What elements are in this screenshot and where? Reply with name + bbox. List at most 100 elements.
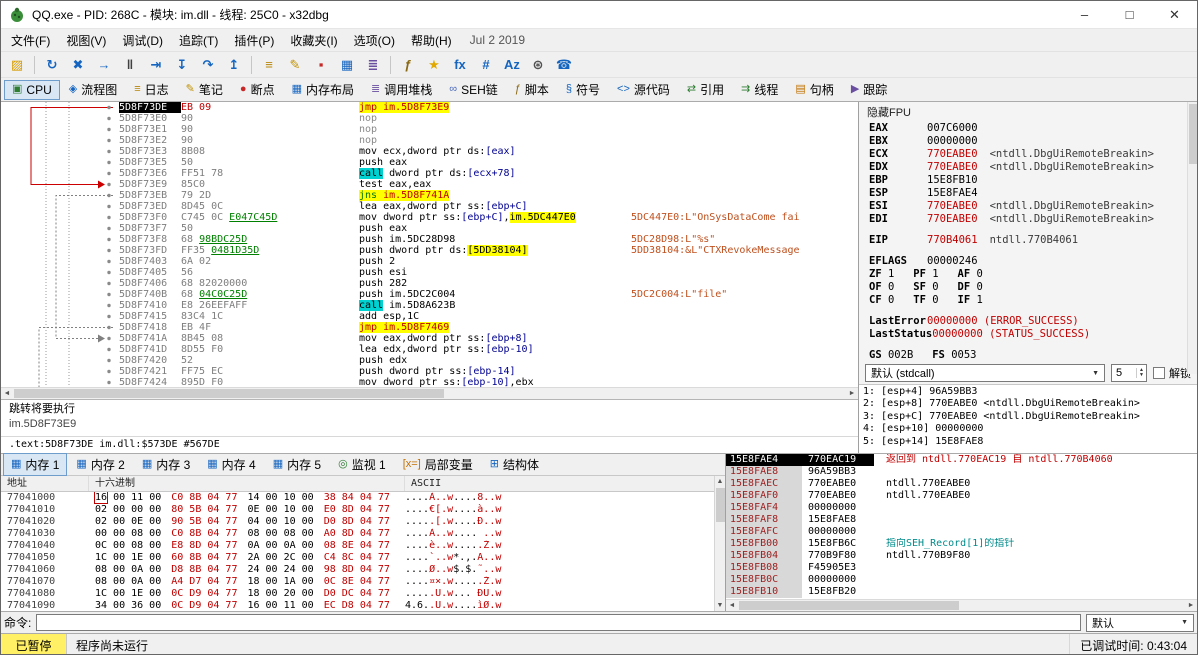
menu-view[interactable]: 视图(V) xyxy=(58,30,114,51)
stack-row[interactable]: 15E8FAF0770EABE0ntdll.770EABE0 xyxy=(726,490,1197,502)
disasm-row[interactable]: 5D8F73ED8D45 0Clea eax,dword ptr ss:[ebp… xyxy=(1,201,858,212)
disasm-row[interactable]: 5D8F73EB79 2Djns im.5D8F741A xyxy=(1,190,858,201)
tab-breakpoints[interactable]: ●断点 xyxy=(232,78,283,101)
register-row[interactable]: OF 0 SF 0 DF 0 xyxy=(869,281,1193,294)
toolbar-log-button[interactable]: ≡ xyxy=(257,54,281,76)
tab-watch-1[interactable]: ◎监视 1 xyxy=(330,453,394,476)
dump-row[interactable]: 7704101002 00 00 0080 5B 04 770E 00 10 0… xyxy=(1,504,713,516)
disasm-row[interactable]: 5D8F73E550push eax xyxy=(1,157,858,168)
spinner-arrows-icon[interactable]: ▲▼ xyxy=(1136,368,1146,378)
toolbar-function-analysis-button[interactable]: fx xyxy=(448,54,472,76)
dump-row[interactable]: 7704107008 00 0A 00A4 D7 04 7718 00 1A 0… xyxy=(1,576,713,588)
unlock-checkbox[interactable]: 解锁 xyxy=(1153,365,1191,381)
scroll-down-icon[interactable]: ▼ xyxy=(715,600,725,611)
disasm-row[interactable]: 5D8F73F0C745 0C E047C45Dmov dword ptr ss… xyxy=(1,212,858,223)
stack-row[interactable]: 15E8FB0C00000000 xyxy=(726,574,1197,586)
tab-threads[interactable]: ⇉线程 xyxy=(733,78,786,101)
menu-trace[interactable]: 追踪(T) xyxy=(171,30,226,51)
command-mode-select[interactable]: 默认 ▼ xyxy=(1086,614,1194,632)
disasm-row[interactable]: 5D8F740B68 04C0C25Dpush im.5DC2C0045DC2C… xyxy=(1,289,858,300)
stack-row[interactable]: 15E8FB0015E8FB6C指向SEH_Record[1]的指针 xyxy=(726,538,1197,550)
scroll-up-icon[interactable]: ▲ xyxy=(715,476,725,487)
tab-notes[interactable]: ✎笔记 xyxy=(178,78,231,101)
tab-locals[interactable]: [x=]局部变量 xyxy=(395,453,481,476)
menu-favourites[interactable]: 收藏夹(I) xyxy=(282,30,345,51)
tab-struct[interactable]: ⊞结构体 xyxy=(482,453,547,476)
command-input[interactable] xyxy=(36,614,1081,631)
toolbar-call-stack-button[interactable]: ≣ xyxy=(361,54,385,76)
disasm-row[interactable]: 5D8F7418EB 4Fjmp im.5D8F7469 xyxy=(1,322,858,333)
tab-memory-map[interactable]: ▦内存布局 xyxy=(284,78,362,101)
tab-call-stack[interactable]: ≣调用堆栈 xyxy=(363,78,440,101)
argument-row[interactable]: 4: [esp+10] 00000000 xyxy=(863,423,1197,435)
calling-convention-select[interactable]: 默认 (stdcall) ▼ xyxy=(865,364,1105,382)
disasm-row[interactable]: 5D8F73FDFF35 0481D35Dpush dword ptr ds:[… xyxy=(1,245,858,256)
tab-memory-3[interactable]: ▦内存 3 xyxy=(134,453,198,476)
disasm-row[interactable]: 5D8F73E985C0test eax,eax xyxy=(1,179,858,190)
toolbar-restart-button[interactable]: ↻ xyxy=(40,54,64,76)
toolbar-run-to-cursor-button[interactable]: ⇥ xyxy=(144,54,168,76)
menu-plugins[interactable]: 插件(P) xyxy=(226,30,282,51)
toolbar-step-over-button[interactable]: ↷ xyxy=(196,54,220,76)
scroll-right-icon[interactable]: ► xyxy=(846,388,858,399)
toolbar-hash-button[interactable]: # xyxy=(474,54,498,76)
tab-memory-5[interactable]: ▦内存 5 xyxy=(265,453,329,476)
stack-row[interactable]: 15E8FB1015E8FB20 xyxy=(726,586,1197,598)
stack-row[interactable]: 15E8FB04770B9F80ntdll.770B9F80 xyxy=(726,550,1197,562)
disasm-row[interactable]: 5D8F73E190nop xyxy=(1,124,858,135)
tab-memory-2[interactable]: ▦内存 2 xyxy=(68,453,132,476)
disasm-row[interactable]: 5D8F73E290nop xyxy=(1,135,858,146)
disasm-row[interactable]: 5D8F73F750push eax xyxy=(1,223,858,234)
disasm-row[interactable]: 5D8F741A8B45 08mov eax,dword ptr ss:[ebp… xyxy=(1,333,858,344)
tab-script[interactable]: ƒ脚本 xyxy=(507,78,557,101)
toolbar-script-button[interactable]: ƒ xyxy=(396,54,420,76)
disasm-row[interactable]: 5D8F7410E8 26EEFAFFcall im.5D8A623B xyxy=(1,300,858,311)
toolbar-case-convert-button[interactable]: Az xyxy=(500,54,524,76)
toolbar-attach-button[interactable]: ☎ xyxy=(552,54,576,76)
close-button[interactable]: ✕ xyxy=(1152,1,1197,28)
maximize-button[interactable]: □ xyxy=(1107,1,1152,28)
tab-seh[interactable]: ∞SEH链 xyxy=(441,78,506,101)
scroll-right-icon[interactable]: ► xyxy=(1185,600,1197,611)
argument-row[interactable]: 3: [esp+C] 770EABE0 <ntdll.DbgUiRemoteBr… xyxy=(863,411,1197,423)
tab-source[interactable]: <>源代码 xyxy=(609,78,678,101)
disasm-horizontal-scrollbar[interactable]: ◄ ► xyxy=(1,387,858,399)
register-row[interactable]: EAX007C6000 xyxy=(869,122,1193,135)
toolbar-memory-map-button[interactable]: ▦ xyxy=(335,54,359,76)
register-row[interactable]: EDI770EABE0<ntdll.DbgUiRemoteBreakin> xyxy=(869,213,1193,226)
register-row[interactable]: EIP770B4061ntdll.770B4061 xyxy=(869,234,1193,247)
tab-references[interactable]: ⇄引用 xyxy=(679,78,732,101)
disasm-row[interactable]: 5D8F740556push esi xyxy=(1,267,858,278)
toolbar-step-into-button[interactable]: ↧ xyxy=(170,54,194,76)
disasm-row[interactable]: 5D8F73E6FF51 78call dword ptr ds:[ecx+78… xyxy=(1,168,858,179)
stack-row[interactable]: 15E8FAFC00000000 xyxy=(726,526,1197,538)
dump-row[interactable]: 7704106008 00 0A 00D8 8B 04 7724 00 24 0… xyxy=(1,564,713,576)
args-count-spinner[interactable]: 5 ▲▼ xyxy=(1111,364,1147,382)
scroll-thumb[interactable] xyxy=(716,488,725,522)
tab-cpu[interactable]: ▣CPU xyxy=(4,80,60,100)
scroll-left-icon[interactable]: ◄ xyxy=(726,600,738,611)
stack-row[interactable]: 15E8FAF815E8FAE8 xyxy=(726,514,1197,526)
checkbox-box[interactable] xyxy=(1153,367,1165,379)
toolbar-step-out-button[interactable]: ↥ xyxy=(222,54,246,76)
register-row[interactable]: LastStatus00000000 (STATUS_SUCCESS) xyxy=(869,328,1193,341)
toolbar-run-button[interactable]: → xyxy=(92,54,116,76)
disasm-row[interactable]: 5D8F73DEEB 09jmp im.5D8F73E9 xyxy=(1,102,858,113)
register-row[interactable]: ESI770EABE0<ntdll.DbgUiRemoteBreakin> xyxy=(869,200,1193,213)
disasm-row[interactable]: 5D8F73E38B08mov ecx,dword ptr ds:[eax] xyxy=(1,146,858,157)
call-arguments-list[interactable]: 1: [esp+4] 96A59BB32: [esp+8] 770EABE0 <… xyxy=(859,384,1197,453)
toolbar-pause-button[interactable]: ‖ xyxy=(118,54,142,76)
menu-debug[interactable]: 调试(D) xyxy=(114,30,171,51)
minimize-button[interactable]: – xyxy=(1062,1,1107,28)
memory-dump-view[interactable]: 7704100016 00 11 00C0 8B 04 7714 00 10 0… xyxy=(1,492,725,611)
disassembly-view[interactable]: 5D8F73DEEB 09jmp im.5D8F73E95D8F73E090no… xyxy=(1,102,858,387)
toolbar-favourites-star-button[interactable]: ★ xyxy=(422,54,446,76)
menu-options[interactable]: 选项(O) xyxy=(346,30,403,51)
disasm-row[interactable]: 5D8F7421FF75 ECpush dword ptr ss:[ebp-14… xyxy=(1,366,858,377)
stack-row[interactable]: 15E8FAE4770EAC19返回到 ntdll.770EAC19 自 ntd… xyxy=(726,454,1197,466)
scroll-thumb[interactable] xyxy=(739,601,959,610)
dump-row[interactable]: 7704109034 00 36 000C D9 04 7716 00 11 0… xyxy=(1,600,713,611)
hide-fpu-button[interactable]: 隐藏FPU xyxy=(859,102,1197,119)
disasm-row[interactable]: 5D8F73F868 98BDC25Dpush im.5DC28D985DC28… xyxy=(1,234,858,245)
toolbar-breakpoints-button[interactable]: ▪ xyxy=(309,54,333,76)
